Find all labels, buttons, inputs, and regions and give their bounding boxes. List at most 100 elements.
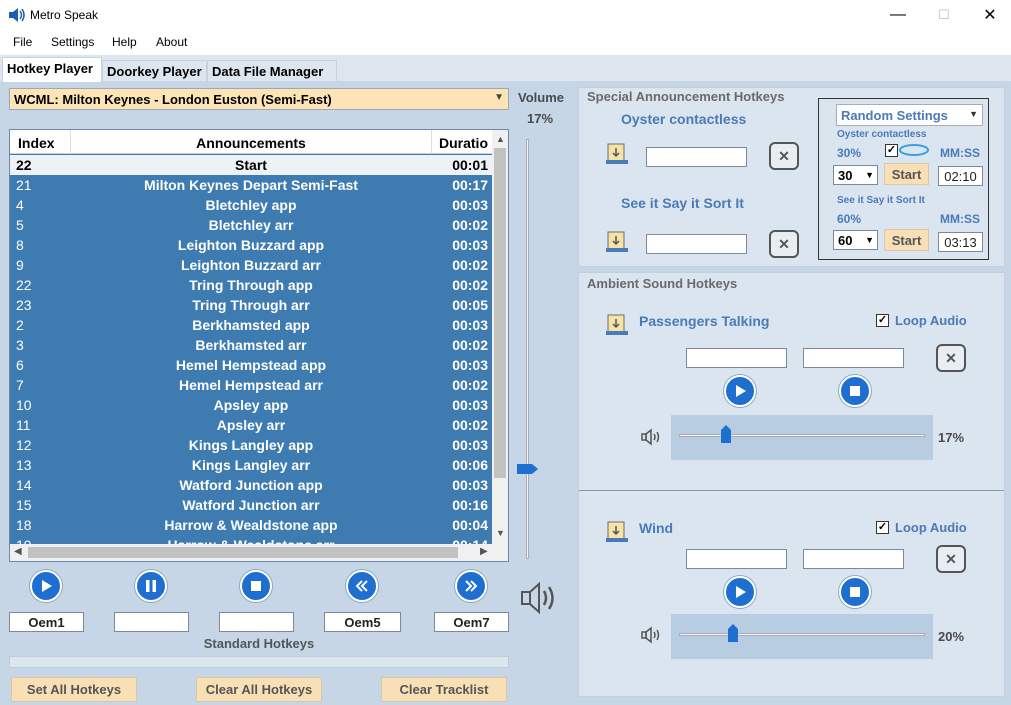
chevron-down-icon[interactable]: ▼	[494, 92, 504, 103]
sound2-loop-checkbox[interactable]: ✓	[876, 521, 889, 534]
horizontal-scrollbar[interactable]: ◀ ▶	[10, 544, 508, 561]
column-announcements[interactable]: Announcements	[70, 135, 432, 151]
sound2-volume-slider[interactable]	[671, 614, 933, 659]
table-row[interactable]: 13 Kings Langley arr 00:06	[10, 455, 492, 475]
row-duration: 00:03	[452, 477, 488, 493]
tab-data-file-manager[interactable]: Data File Manager	[207, 60, 337, 81]
table-row[interactable]: 22 Start 00:01	[10, 155, 492, 175]
sound1-volume-thumb[interactable]	[720, 424, 732, 444]
pause-hotkey-field[interactable]	[114, 612, 189, 632]
table-row[interactable]: 10 Apsley app 00:03	[10, 395, 492, 415]
route-select[interactable]: WCML: Milton Keynes - London Euston (Sem…	[9, 88, 509, 110]
sound1-volume-slider[interactable]	[671, 415, 933, 460]
scroll-up-icon[interactable]: ▲	[496, 134, 505, 144]
tab-hotkey-player[interactable]: Hotkey Player	[2, 57, 102, 82]
previous-button[interactable]	[346, 570, 378, 602]
close-window-button[interactable]: ✕	[967, 0, 1011, 30]
table-row[interactable]: 18 Harrow & Wealdstone app 00:04	[10, 515, 492, 535]
audio-file-icon[interactable]	[604, 313, 630, 337]
random-item2-mmss-label: MM:SS	[940, 212, 980, 226]
slider-track	[679, 633, 925, 636]
row-index: 21	[16, 177, 32, 193]
sound2-play-button[interactable]	[724, 576, 756, 608]
audio-file-icon[interactable]	[604, 230, 630, 254]
stop-hotkey-field[interactable]	[219, 612, 294, 632]
sound1-loop-checkbox[interactable]: ✓	[876, 314, 889, 327]
tracklist[interactable]: Index Announcements Duratio 22 Start 00:01…	[9, 129, 509, 562]
random-item1-start-button[interactable]: Start	[884, 163, 929, 185]
audio-file-icon[interactable]	[604, 520, 630, 544]
column-index[interactable]: Index	[18, 135, 55, 151]
maximize-button[interactable]: ☐	[921, 0, 967, 30]
sound2-clear-button[interactable]: ✕	[936, 545, 966, 573]
next-hotkey-field[interactable]: Oem7	[434, 612, 509, 632]
previous-hotkey-field[interactable]: Oem5	[324, 612, 401, 632]
random-item1-checkbox[interactable]: ✓	[885, 144, 898, 157]
sound2-stop-button[interactable]	[839, 576, 871, 608]
scrollbar-thumb[interactable]	[494, 148, 506, 478]
next-button[interactable]	[455, 570, 487, 602]
special-item1-clear-button[interactable]: ✕	[769, 142, 799, 170]
clear-tracklist-button[interactable]: Clear Tracklist	[381, 677, 507, 702]
sound1-play-button[interactable]	[724, 375, 756, 407]
scroll-down-icon[interactable]: ▼	[496, 528, 505, 538]
play-hotkey-field[interactable]: Oem1	[9, 612, 84, 632]
table-row[interactable]: 6 Hemel Hempstead app 00:03	[10, 355, 492, 375]
sound1-stop-button[interactable]	[839, 375, 871, 407]
table-row[interactable]: 15 Watford Junction arr 00:16	[10, 495, 492, 515]
table-row[interactable]: 8 Leighton Buzzard app 00:03	[10, 235, 492, 255]
table-row[interactable]: 21 Milton Keynes Depart Semi-Fast 00:17	[10, 175, 492, 195]
chevron-down-icon[interactable]: ▼	[865, 235, 874, 245]
pause-button[interactable]	[135, 570, 167, 602]
chevron-down-icon[interactable]: ▼	[969, 109, 978, 119]
table-row[interactable]: 23 Tring Through arr 00:05	[10, 295, 492, 315]
sound1-hotkey-field-1[interactable]	[686, 348, 787, 368]
table-row[interactable]: 9 Leighton Buzzard arr 00:02	[10, 255, 492, 275]
random-item2-start-button[interactable]: Start	[884, 229, 929, 251]
scroll-left-icon[interactable]: ◀	[14, 546, 22, 557]
sound1-clear-button[interactable]: ✕	[936, 344, 966, 372]
clear-all-hotkeys-button[interactable]: Clear All Hotkeys	[196, 677, 322, 702]
column-duration[interactable]: Duratio	[439, 135, 488, 151]
set-all-hotkeys-button[interactable]: Set All Hotkeys	[11, 677, 137, 702]
table-row[interactable]: 12 Kings Langley app 00:03	[10, 435, 492, 455]
menu-file[interactable]: File	[13, 35, 32, 49]
special-item1-hotkey-field[interactable]	[646, 147, 747, 167]
table-row[interactable]: 2 Berkhamsted app 00:03	[10, 315, 492, 335]
scroll-right-icon[interactable]: ▶	[480, 546, 488, 557]
minimize-button[interactable]: —	[875, 0, 921, 30]
sound2-hotkey-field-2[interactable]	[803, 549, 904, 569]
speaker-icon[interactable]	[519, 578, 561, 618]
menu-settings[interactable]: Settings	[51, 35, 94, 49]
vertical-scrollbar[interactable]: ▲ ▼	[492, 130, 508, 544]
play-button[interactable]	[30, 570, 62, 602]
special-item2-clear-button[interactable]: ✕	[769, 230, 799, 258]
sound2-volume-thumb[interactable]	[727, 623, 739, 643]
tab-doorkey-player[interactable]: Doorkey Player	[102, 60, 207, 81]
menu-about[interactable]: About	[156, 35, 187, 49]
stop-button[interactable]	[240, 570, 272, 602]
table-row[interactable]: 11 Apsley arr 00:02	[10, 415, 492, 435]
table-row[interactable]: 4 Bletchley app 00:03	[10, 195, 492, 215]
random-item1-select[interactable]: 30 ▼	[833, 165, 878, 185]
volume-slider[interactable]	[517, 131, 559, 567]
random-settings-select[interactable]: Random Settings ▼	[836, 104, 983, 126]
table-row[interactable]: 7 Hemel Hempstead arr 00:02	[10, 375, 492, 395]
volume-slider-thumb[interactable]	[517, 463, 539, 475]
hscroll-thumb[interactable]	[28, 547, 458, 558]
table-row[interactable]: 22 Tring Through app 00:02	[10, 275, 492, 295]
random-item2-select[interactable]: 60 ▼	[833, 230, 878, 250]
ambient-sound2-label: Wind	[639, 520, 674, 536]
table-row[interactable]: 14 Watford Junction app 00:03	[10, 475, 492, 495]
table-row[interactable]: 5 Bletchley arr 00:02	[10, 215, 492, 235]
sound1-hotkey-field-2[interactable]	[803, 348, 904, 368]
audio-file-icon[interactable]	[604, 142, 630, 166]
chevron-down-icon[interactable]: ▼	[865, 170, 874, 180]
random-item1-time[interactable]: 02:10	[938, 166, 983, 186]
row-announcement: Leighton Buzzard arr	[180, 257, 321, 273]
sound2-hotkey-field-1[interactable]	[686, 549, 787, 569]
menu-help[interactable]: Help	[112, 35, 137, 49]
special-item2-hotkey-field[interactable]	[646, 234, 747, 254]
random-item2-time[interactable]: 03:13	[938, 232, 983, 252]
table-row[interactable]: 3 Berkhamsted arr 00:02	[10, 335, 492, 355]
